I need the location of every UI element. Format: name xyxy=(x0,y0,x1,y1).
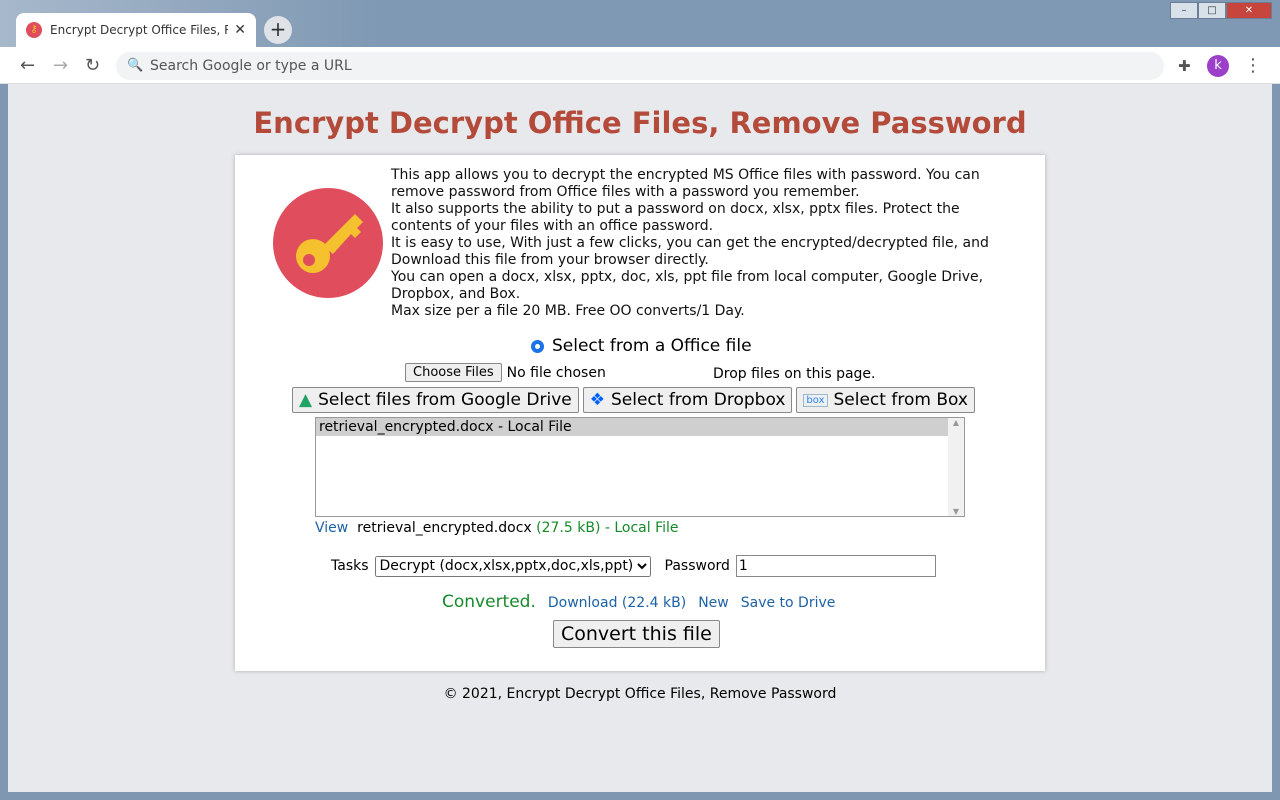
description-line: This app allows you to decrypt the encry… xyxy=(391,167,980,200)
description-line: It also supports the ability to put a pa… xyxy=(391,201,960,234)
footer: © 2021, Encrypt Decrypt Office Files, Re… xyxy=(443,686,837,702)
new-tab-button[interactable]: + xyxy=(264,16,292,44)
dropbox-icon: ❖ xyxy=(589,390,605,410)
task-row: Tasks Decrypt (docx,xlsx,pptx,doc,xls,pp… xyxy=(331,555,936,577)
key-logo-icon xyxy=(273,188,383,298)
description-line: Max size per a file 20 MB. Free OO conve… xyxy=(391,303,745,319)
view-link[interactable]: View xyxy=(315,520,348,536)
download-link[interactable]: Download (22.4 kB) xyxy=(548,595,686,611)
new-link[interactable]: New xyxy=(698,595,729,611)
file-list[interactable]: retrieval_encrypted.docx - Local File ▲ ▼ xyxy=(315,417,965,517)
password-label: Password xyxy=(664,558,730,574)
omnibox-placeholder: Search Google or type a URL xyxy=(150,58,352,74)
tasks-label: Tasks xyxy=(331,558,369,574)
close-tab-icon[interactable]: ✕ xyxy=(234,22,246,38)
tab-strip: ⚷ Encrypt Decrypt Office Files, Remove P… xyxy=(0,0,1280,47)
description-line: You can open a docx, xlsx, pptx, doc, xl… xyxy=(391,269,984,302)
convert-button[interactable]: Convert this file xyxy=(553,620,720,648)
avatar[interactable]: k xyxy=(1207,55,1229,77)
source-buttons: ▲ Select files from Google Drive ❖ Select … xyxy=(292,387,975,413)
tab-title: Encrypt Decrypt Office Files, Remove Pas… xyxy=(50,23,228,37)
file-info: View retrieval_encrypted.docx (27.5 kB) … xyxy=(315,520,679,536)
result-row: Converted. Download (22.4 kB) New Save t… xyxy=(442,592,835,612)
file-input[interactable]: Choose Files No file chosen xyxy=(405,363,606,382)
forward-icon[interactable]: → xyxy=(53,55,68,76)
file-list-item[interactable]: retrieval_encrypted.docx - Local File xyxy=(316,418,948,436)
omnibox[interactable]: 🔍 Search Google or type a URL xyxy=(116,52,1164,80)
description-line: It is easy to use, With just a few click… xyxy=(391,235,989,268)
maximize-button[interactable]: □ xyxy=(1198,2,1226,19)
page-title: Encrypt Decrypt Office Files, Remove Pas… xyxy=(253,106,1027,140)
reload-icon[interactable]: ↻ xyxy=(85,55,100,76)
search-icon: 🔍 xyxy=(127,58,144,73)
dropbox-button[interactable]: ❖ Select from Dropbox xyxy=(582,387,793,413)
scrollbar[interactable]: ▲ ▼ xyxy=(948,418,964,516)
back-icon[interactable]: ← xyxy=(20,55,35,76)
save-to-drive-link[interactable]: Save to Drive xyxy=(741,595,836,611)
box-button[interactable]: box Select from Box xyxy=(796,387,975,413)
password-input[interactable] xyxy=(735,555,936,577)
browser-toolbar: ← → ↻ 🔍 Search Google or type a URL ✚ k ⋮ xyxy=(0,47,1280,84)
extensions-icon[interactable]: ✚ xyxy=(1178,57,1191,75)
dropbox-label: Select from Dropbox xyxy=(610,390,786,410)
google-drive-button[interactable]: ▲ Select files from Google Drive xyxy=(292,387,579,413)
app-description: This app allows you to decrypt the encry… xyxy=(391,167,1011,320)
box-icon: box xyxy=(803,393,828,407)
status-text: Converted. xyxy=(442,592,536,612)
tasks-select[interactable]: Decrypt (docx,xlsx,pptx,doc,xls,ppt) xyxy=(374,555,651,577)
no-file-text: No file chosen xyxy=(506,364,606,381)
select-office-file-radio[interactable]: Select from a Office file xyxy=(531,336,752,356)
file-size: (27.5 kB) - Local File xyxy=(536,520,679,536)
file-name: retrieval_encrypted.docx xyxy=(357,520,532,536)
radio-checked-icon[interactable] xyxy=(531,339,544,353)
minimize-button[interactable]: – xyxy=(1170,2,1198,19)
key-favicon-icon: ⚷ xyxy=(26,22,42,38)
main-card: This app allows you to decrypt the encry… xyxy=(235,155,1045,671)
box-label: Select from Box xyxy=(833,390,968,410)
menu-icon[interactable]: ⋮ xyxy=(1244,55,1262,76)
close-window-button[interactable]: ✕ xyxy=(1226,2,1272,19)
choose-files-button[interactable]: Choose Files xyxy=(405,363,502,382)
google-drive-label: Select files from Google Drive xyxy=(318,390,572,410)
drop-hint: Drop files on this page. xyxy=(713,366,876,382)
browser-tab[interactable]: ⚷ Encrypt Decrypt Office Files, Remove P… xyxy=(16,13,256,47)
window-controls: – □ ✕ xyxy=(1170,2,1272,19)
google-drive-icon: ▲ xyxy=(299,390,313,410)
page-content: Encrypt Decrypt Office Files, Remove Pas… xyxy=(8,84,1272,792)
radio-label: Select from a Office file xyxy=(552,336,752,356)
